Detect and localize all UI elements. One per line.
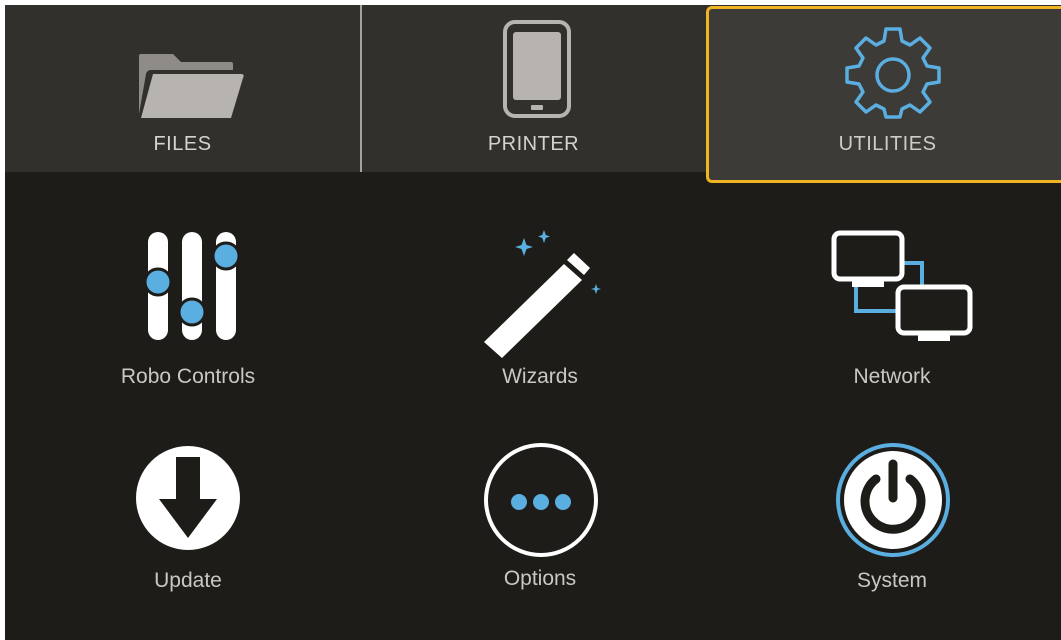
folder-icon [139,54,244,118]
network-icon [831,230,973,341]
download-arrow-icon [136,446,240,550]
system-button[interactable]: System [742,425,1042,605]
tab-files[interactable]: FILES [5,5,360,172]
tab-printer-label: PRINTER [487,133,580,155]
options-button[interactable]: Options [390,425,690,605]
tab-bar: FILES PRINTER UTILITIES [5,5,1061,183]
sliders-icon [143,232,241,340]
power-icon [836,443,950,557]
system-label: System [856,569,927,592]
tab-utilities[interactable]: UTILITIES [706,6,1061,183]
wizards-button[interactable]: Wizards [390,215,690,395]
utilities-screen: FILES PRINTER UTILITIES Robo Controls Wi… [5,5,1061,640]
tab-printer[interactable]: PRINTER [362,5,705,172]
wizards-label: Wizards [502,365,578,388]
network-button[interactable]: Network [742,215,1042,395]
update-label: Update [154,569,222,592]
tab-files-label: FILES [153,133,212,155]
robo-controls-label: Robo Controls [120,365,256,388]
robo-controls-button[interactable]: Robo Controls [38,215,338,395]
network-label: Network [853,365,931,388]
tab-utilities-label: UTILITIES [838,133,937,155]
gear-icon [845,27,941,119]
magic-wand-icon [484,230,601,358]
tablet-icon [503,20,571,118]
update-button[interactable]: Update [38,425,338,605]
more-dots-icon [484,443,598,557]
options-label: Options [503,567,577,590]
